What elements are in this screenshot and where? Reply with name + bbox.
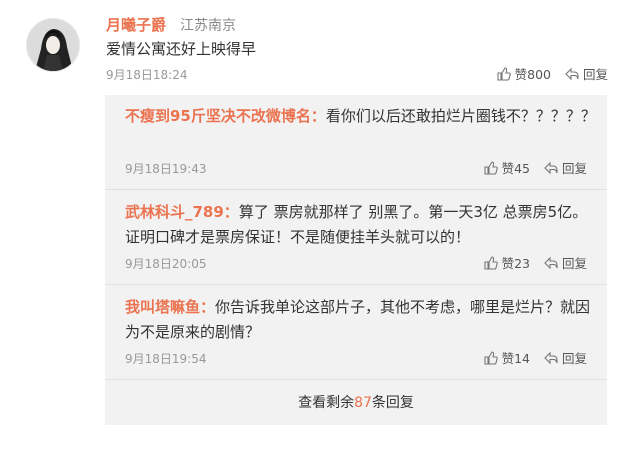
post-location: 江苏南京: [180, 18, 236, 34]
reply-button[interactable]: 回复: [565, 64, 608, 83]
reply-label: 回复: [582, 67, 608, 82]
like-button[interactable]: 赞45: [484, 158, 530, 177]
reply-button[interactable]: 回复: [544, 253, 587, 272]
post-text: 爱情公寓还好上映得早: [106, 40, 257, 58]
post-time: 9月18日18:24: [106, 68, 188, 82]
thumbs-up-icon: [497, 66, 511, 81]
reply-arrow-icon: [565, 67, 579, 80]
post-user-name[interactable]: 月曦子爵: [106, 14, 166, 35]
thumbs-up-icon: [484, 160, 498, 175]
reply-user-name[interactable]: 我叫塔嘛鱼：: [125, 298, 215, 316]
like-count: 赞23: [501, 256, 530, 271]
reply-actions: 赞45 回复: [484, 158, 587, 177]
reply-label: 回复: [561, 256, 587, 271]
like-button[interactable]: 赞23: [484, 253, 530, 272]
like-count: 赞800: [514, 67, 551, 82]
reply-item: 我叫塔嘛鱼：你告诉我单论这部片子，其他不考虑，哪里是烂片？就因为不是原来的剧情？: [125, 295, 597, 345]
reply-item: 武林科斗_789：算了 票房就那样了 别黑了。第一天3亿 总票房5亿。证明口碑才…: [125, 200, 597, 250]
post-actions: 赞800 回复: [497, 64, 608, 83]
like-count: 赞45: [501, 161, 530, 176]
divider: [105, 189, 607, 190]
like-count: 赞14: [501, 351, 530, 366]
avatar[interactable]: [26, 18, 80, 72]
avatar-image: [27, 19, 79, 71]
reply-button[interactable]: 回复: [544, 158, 587, 177]
reply-arrow-icon: [544, 351, 558, 364]
reply-actions: 赞14 回复: [484, 348, 587, 367]
reply-label: 回复: [561, 351, 587, 366]
divider: [105, 284, 607, 285]
reply-arrow-icon: [544, 161, 558, 174]
like-button[interactable]: 赞14: [484, 348, 530, 367]
more-count: 87: [354, 395, 372, 411]
reply-button[interactable]: 回复: [544, 348, 587, 367]
reply-time: 9月18日19:54: [125, 352, 207, 366]
more-suffix: 条回复: [371, 395, 414, 411]
thumbs-up-icon: [484, 350, 498, 365]
reply-actions: 赞23 回复: [484, 253, 587, 272]
more-prefix: 查看剩余: [298, 395, 355, 411]
thumbs-up-icon: [484, 255, 498, 270]
reply-text: 看你们以后还敢拍烂片圈钱不？？？？？: [325, 107, 596, 125]
divider: [105, 379, 607, 380]
reply-time: 9月18日20:05: [125, 257, 207, 271]
reply-user-name[interactable]: 武林科斗_789：: [125, 203, 239, 221]
replies-panel: 不瘦到95斤坚决不改微博名：看你们以后还敢拍烂片圈钱不？？？？？ 9月18日19…: [105, 95, 607, 425]
view-more-replies-link[interactable]: 查看剩余87条回复: [105, 383, 607, 423]
like-button[interactable]: 赞800: [497, 64, 551, 83]
reply-arrow-icon: [544, 256, 558, 269]
reply-user-name[interactable]: 不瘦到95斤坚决不改微博名：: [125, 107, 326, 125]
reply-time: 9月18日19:43: [125, 162, 207, 176]
reply-label: 回复: [561, 161, 587, 176]
reply-item: 不瘦到95斤坚决不改微博名：看你们以后还敢拍烂片圈钱不？？？？？: [125, 104, 597, 129]
